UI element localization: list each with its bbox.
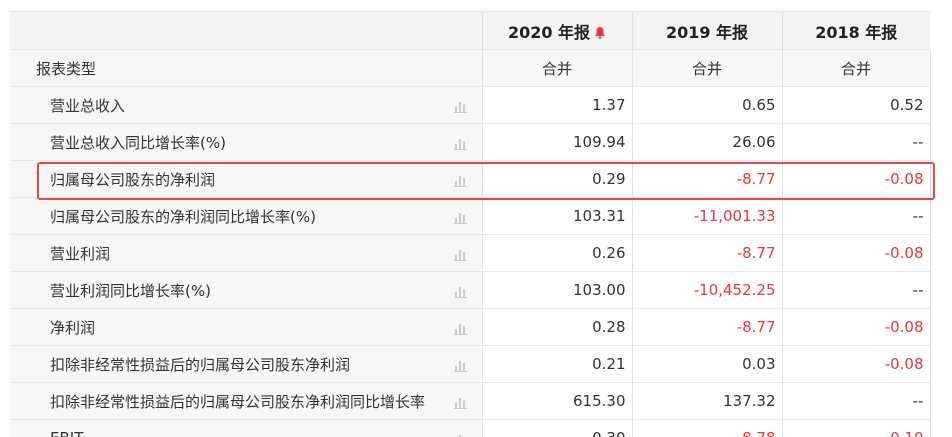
row-label: 扣除非经常性损益后的归属母公司股东净利润 [10, 345, 483, 383]
row-value: 0.21 [482, 345, 633, 383]
row-value: 0.52 [782, 86, 931, 124]
row-value: -0.08 [782, 308, 931, 346]
row-label-text: 净利润 [50, 318, 96, 337]
table-row: 营业总收入同比增长率(%) 109.94 26.06 -- [10, 123, 931, 161]
row-label-text: 归属母公司股东的净利润 [50, 170, 216, 189]
header-row: 2020 年报 2019 年报 2018 年报 [10, 11, 930, 50]
row-label-text: 归属母公司股东的净利润同比增长率(%) [50, 207, 316, 226]
row-value: -11,001.33 [632, 197, 783, 235]
col-header-2018[interactable]: 2018 年报 [781, 11, 930, 50]
report-type-row: 报表类型 合并 合并 合并 [10, 49, 931, 87]
row-label: 营业利润 [10, 234, 483, 272]
row-label-text: 扣除非经常性损益后的归属母公司股东净利润同比增长率 [50, 392, 426, 411]
table-row: 归属母公司股东的净利润 0.29 -8.77 -0.08 [10, 160, 931, 198]
row-value: -8.77 [632, 160, 783, 198]
row-label: 归属母公司股东的净利润同比增长率(%) [10, 197, 483, 235]
report-type-value: 合并 [782, 49, 931, 87]
row-value: -- [782, 271, 931, 309]
header-label-cell [10, 11, 482, 50]
row-value: -- [782, 382, 931, 420]
row-label-text: 营业总收入同比增长率(%) [50, 133, 226, 152]
table-row: EBIT 0.30-8.78-0.10 [10, 419, 931, 437]
report-type-label: 报表类型 [10, 49, 483, 87]
row-value: 0.29 [482, 160, 633, 198]
bar-chart-icon[interactable] [453, 136, 468, 150]
row-label: 归属母公司股东的净利润 [10, 160, 483, 198]
table-row: 净利润 0.28 -8.77 -0.08 [10, 308, 931, 346]
row-label-text: EBIT [50, 429, 83, 437]
table-row: 扣除非经常性损益后的归属母公司股东净利润同比增长率 615.30 137.32 -- [10, 382, 931, 420]
row-value: -8.78 [632, 419, 783, 437]
row-value: -0.08 [782, 234, 931, 272]
row-value: 0.28 [482, 308, 633, 346]
row-value: -0.08 [782, 345, 931, 383]
row-label-text: 营业总收入 [50, 96, 126, 115]
row-value: -10,452.25 [632, 271, 783, 309]
row-value: 103.00 [482, 271, 633, 309]
bar-chart-icon[interactable] [453, 321, 468, 335]
row-value: -0.08 [782, 160, 931, 198]
row-value: 137.32 [632, 382, 783, 420]
row-label-text: 营业利润 [50, 244, 111, 263]
table-row: 营业总收入 1.37 0.65 0.52 [10, 86, 931, 124]
bar-chart-icon[interactable] [453, 210, 468, 224]
bar-chart-icon[interactable] [453, 173, 468, 187]
bar-chart-icon[interactable] [453, 99, 468, 113]
table-row: 营业利润 0.26 -8.77 -0.08 [10, 234, 931, 272]
row-value: 0.03 [632, 345, 783, 383]
row-value: 1.37 [482, 86, 633, 124]
row-label-text: 扣除非经常性损益后的归属母公司股东净利润 [50, 355, 351, 374]
row-label: 净利润 [10, 308, 483, 346]
row-value: 0.26 [482, 234, 633, 272]
col-header-2019-label: 2019 年报 [665, 22, 749, 42]
row-value: -8.77 [632, 234, 783, 272]
row-label: 营业总收入 [10, 86, 483, 124]
bar-chart-icon[interactable] [453, 284, 468, 298]
table-row: 归属母公司股东的净利润同比增长率(%) 103.31 -11,001.33 -- [10, 197, 931, 235]
row-value: -0.10 [782, 419, 931, 437]
row-value: 103.31 [482, 197, 633, 235]
row-value: -8.77 [632, 308, 783, 346]
row-label: EBIT [10, 419, 483, 437]
col-header-2018-label: 2018 年报 [815, 22, 898, 42]
col-header-2019[interactable]: 2019 年报 [631, 11, 782, 50]
report-type-value: 合并 [632, 49, 783, 87]
row-label-text: 营业利润同比增长率(%) [50, 281, 211, 300]
bar-chart-icon[interactable] [454, 432, 468, 437]
table-row: 营业利润同比增长率(%) 103.00 -10,452.25 -- [10, 271, 931, 309]
bar-chart-icon[interactable] [453, 358, 468, 372]
col-header-2020-label: 2020 年报 [507, 22, 591, 42]
row-label: 营业总收入同比增长率(%) [10, 123, 483, 161]
table-row: 扣除非经常性损益后的归属母公司股东净利润 0.21 0.03 -0.08 [10, 345, 931, 383]
row-value: 26.06 [632, 123, 783, 161]
bell-icon[interactable] [594, 26, 606, 39]
financial-summary-table: 2020 年报 2019 年报 2018 年报 报表类型 合并 合并 合并 营业… [10, 11, 931, 437]
row-value: -- [782, 123, 931, 161]
report-type-value: 合并 [482, 49, 633, 87]
col-header-2020[interactable]: 2020 年报 [481, 11, 632, 50]
bar-chart-icon[interactable] [453, 395, 468, 409]
row-value: 109.94 [482, 123, 633, 161]
row-value: 615.30 [482, 382, 633, 420]
row-label: 扣除非经常性损益后的归属母公司股东净利润同比增长率 [10, 382, 483, 420]
finance-table-panel: 2020 年报 2019 年报 2018 年报 报表类型 合并 合并 合并 营业… [0, 0, 952, 437]
row-value: 0.30 [482, 419, 633, 437]
row-value: 0.65 [632, 86, 783, 124]
bar-chart-icon[interactable] [453, 247, 468, 261]
row-value: -- [782, 197, 931, 235]
row-label: 营业利润同比增长率(%) [10, 271, 483, 309]
